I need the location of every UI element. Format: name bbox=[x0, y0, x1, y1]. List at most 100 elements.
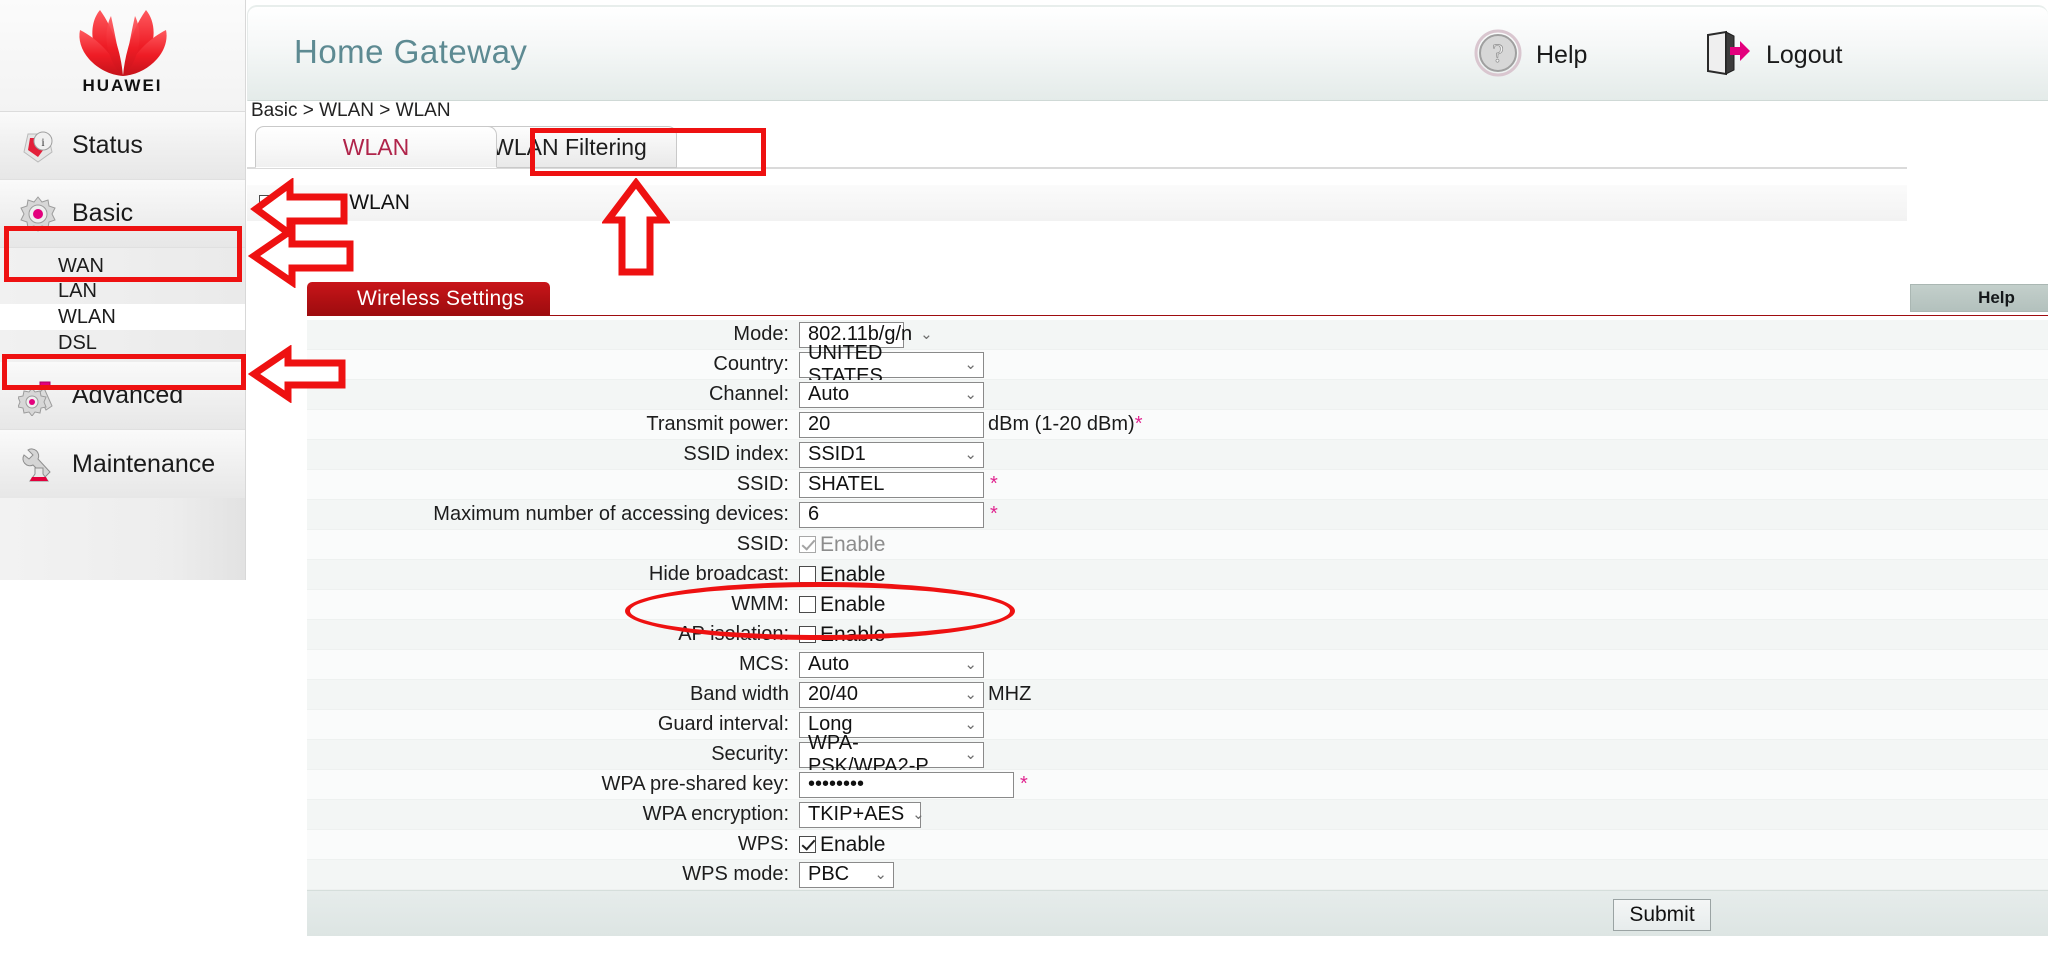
settings-row-control: Auto ⌄ bbox=[799, 651, 984, 678]
sidebar: HUAWEI i Status Basic WAN LAN WLAN DSL A… bbox=[0, 0, 246, 580]
settings-row-control: UNITED STATES ⌄ bbox=[799, 342, 984, 387]
settings-row-label: Transmit power: bbox=[646, 413, 789, 435]
checkbox-label: Enable bbox=[820, 592, 886, 616]
select-value: 20/40 bbox=[808, 683, 859, 705]
checkbox-wmm[interactable] bbox=[799, 596, 816, 613]
required-asterisk: * bbox=[990, 503, 998, 525]
input-wpapre-sharedkey[interactable]: •••••••• bbox=[799, 771, 1014, 798]
chevron-down-icon: ⌄ bbox=[964, 746, 977, 763]
checkbox-wps[interactable] bbox=[799, 836, 816, 853]
brand-logo-area: HUAWEI bbox=[0, 0, 245, 112]
checkbox-group: Enable bbox=[799, 563, 885, 587]
select-wpsmode[interactable]: PBC ⌄ bbox=[799, 861, 894, 888]
sidebar-subnav-basic: WAN LAN WLAN DSL bbox=[0, 248, 245, 362]
sidebar-item-wan[interactable]: WAN bbox=[0, 252, 245, 278]
select-bandwidth[interactable]: 20/40 ⌄ bbox=[799, 681, 984, 708]
checkbox-apisolation[interactable] bbox=[799, 626, 816, 643]
page-root: HUAWEI i Status Basic WAN LAN WLAN DSL A… bbox=[0, 0, 2048, 965]
settings-row: Country: UNITED STATES ⌄ bbox=[307, 342, 2048, 387]
settings-row: Mode: 802.11b/g/n ⌄ bbox=[307, 320, 2048, 350]
select-country[interactable]: UNITED STATES ⌄ bbox=[799, 342, 984, 387]
sidebar-subitem-label: WAN bbox=[58, 254, 104, 277]
select-wpaencryption[interactable]: TKIP+AES ⌄ bbox=[799, 801, 925, 828]
tab-label: WLAN Filtering bbox=[492, 133, 647, 160]
required-asterisk: * bbox=[1020, 773, 1028, 795]
settings-row: Hide broadcast: Enable bbox=[307, 560, 2048, 590]
shield-info-icon: i bbox=[18, 126, 58, 166]
logout-button[interactable]: Logout bbox=[1700, 29, 1842, 82]
select-value: PBC bbox=[808, 863, 850, 885]
settings-row-label: Maximum number of accessing devices: bbox=[433, 503, 789, 525]
wrench-flask-icon bbox=[18, 444, 58, 484]
settings-row: WPA encryption: TKIP+AES ⌄ bbox=[307, 800, 2048, 830]
sidebar-subitem-label: WLAN bbox=[58, 305, 116, 328]
checkbox-group: Enable bbox=[799, 833, 885, 857]
settings-row-label: AP isolation: bbox=[678, 623, 789, 645]
tab-wlan[interactable]: WLAN bbox=[255, 126, 497, 168]
sidebar-item-wlan[interactable]: WLAN bbox=[0, 304, 245, 330]
required-asterisk: * bbox=[990, 473, 998, 495]
checkbox-label: Enable bbox=[820, 832, 886, 856]
panel-help-button[interactable]: Help bbox=[1910, 284, 2048, 312]
checkbox-ssid[interactable] bbox=[799, 536, 816, 553]
checkbox-group: Enable bbox=[799, 623, 885, 647]
settings-row-control: Auto ⌄ bbox=[799, 381, 984, 408]
checkbox-label: Enable bbox=[820, 532, 886, 556]
settings-row: Transmit power: 20 dBm (1-20 dBm) * bbox=[307, 410, 2048, 440]
checkbox-hidebroadcast[interactable] bbox=[799, 566, 816, 583]
sidebar-item-maintenance[interactable]: Maintenance bbox=[0, 430, 245, 498]
settings-form: Mode: 802.11b/g/n ⌄ Country: UNITED STATES ⌄ C… bbox=[307, 316, 2048, 890]
settings-row-control: Enable bbox=[799, 533, 885, 557]
breadcrumb: Basic > WLAN > WLAN bbox=[251, 100, 451, 121]
sidebar-item-lan[interactable]: LAN bbox=[0, 278, 245, 304]
unit-hint: MHZ bbox=[988, 683, 1032, 705]
settings-row-label: Mode: bbox=[733, 323, 789, 345]
huawei-flower-logo-icon bbox=[64, 6, 182, 83]
settings-row: Band width 20/40 ⌄ MHZ bbox=[307, 680, 2048, 710]
settings-row: MCS: Auto ⌄ bbox=[307, 650, 2048, 680]
settings-row-control: Enable bbox=[799, 623, 885, 647]
logout-label: Logout bbox=[1766, 41, 1843, 69]
settings-row: WPA pre-shared key: •••••••• * bbox=[307, 770, 2048, 800]
select-value: SSID1 bbox=[808, 443, 866, 465]
sidebar-subitem-label: DSL bbox=[58, 331, 97, 354]
settings-row-control: Enable bbox=[799, 593, 885, 617]
settings-row-label: Country: bbox=[713, 353, 789, 375]
brand-name: HUAWEI bbox=[82, 76, 163, 95]
settings-row: AP isolation: Enable bbox=[307, 620, 2048, 650]
content-area: Home Gateway ? Help Logout Basic > WLAN … bbox=[247, 0, 2048, 965]
settings-row-control: PBC ⌄ bbox=[799, 861, 894, 888]
enable-wlan-checkbox[interactable] bbox=[259, 194, 276, 212]
chevron-down-icon: ⌄ bbox=[964, 386, 977, 403]
checkbox-group: Enable bbox=[799, 593, 885, 617]
settings-row-label: WPS mode: bbox=[682, 863, 789, 885]
enable-wlan-row: Enable WLAN bbox=[247, 185, 1907, 221]
sidebar-item-basic[interactable]: Basic bbox=[0, 180, 245, 248]
sidebar-subitem-label: LAN bbox=[58, 279, 97, 302]
settings-row-control: •••••••• * bbox=[799, 771, 1028, 798]
settings-row-label: Hide broadcast: bbox=[648, 563, 789, 585]
sidebar-item-label: Status bbox=[72, 131, 143, 159]
select-ssidindex[interactable]: SSID1 ⌄ bbox=[799, 441, 984, 468]
submit-button[interactable]: Submit bbox=[1613, 899, 1711, 931]
select-channel[interactable]: Auto ⌄ bbox=[799, 381, 984, 408]
panel-header: Wireless Settings Help bbox=[307, 282, 2048, 319]
settings-row-label: WPS: bbox=[737, 833, 789, 855]
select-mcs[interactable]: Auto ⌄ bbox=[799, 651, 984, 678]
input-transmitpower[interactable]: 20 bbox=[799, 411, 984, 438]
sidebar-item-advanced[interactable]: Advanced bbox=[0, 362, 245, 430]
chevron-down-icon: ⌄ bbox=[920, 326, 933, 343]
help-button[interactable]: ? Help bbox=[1474, 29, 1587, 82]
sidebar-item-dsl[interactable]: DSL bbox=[0, 330, 245, 356]
checkbox-group: Enable bbox=[799, 533, 885, 557]
chevron-down-icon: ⌄ bbox=[964, 656, 977, 673]
select-security[interactable]: WPA-PSK/WPA2-P ⌄ bbox=[799, 732, 984, 777]
settings-row: Security: WPA-PSK/WPA2-P ⌄ bbox=[307, 732, 2048, 777]
settings-row-label: WPA pre-shared key: bbox=[601, 773, 789, 795]
chevron-down-icon: ⌄ bbox=[874, 866, 887, 883]
sidebar-item-status[interactable]: i Status bbox=[0, 112, 245, 180]
submit-row: Submit bbox=[307, 890, 2048, 936]
input-maximumnumberofaccessingdevices[interactable]: 6 bbox=[799, 501, 984, 528]
input-ssid[interactable]: SHATEL bbox=[799, 471, 984, 498]
settings-row-label: Security: bbox=[711, 743, 789, 765]
